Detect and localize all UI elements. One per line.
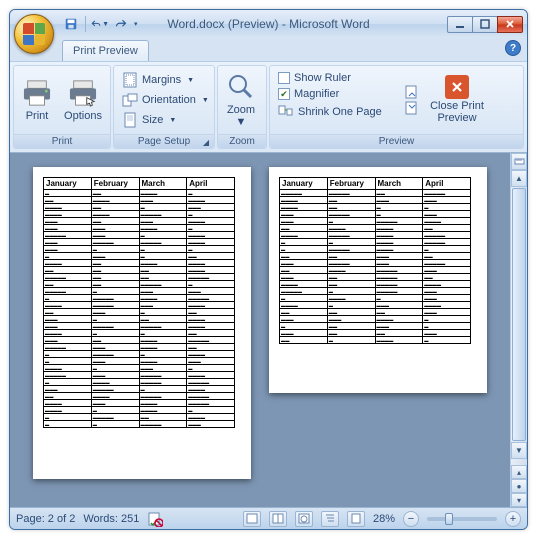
magnifier-icon: [225, 71, 257, 103]
maximize-icon: [480, 19, 490, 29]
proofing-button[interactable]: [147, 511, 163, 527]
app-window: ▼ ▾ Word.docx (Preview) - Microsoft Word…: [9, 9, 528, 530]
group-print: Print Options Print: [13, 65, 111, 149]
view-draft[interactable]: [347, 511, 365, 527]
reading-icon: [272, 513, 284, 524]
close-window-button[interactable]: [497, 16, 523, 33]
prev-page-browse-button[interactable]: ▴: [511, 465, 527, 479]
page-setup-launcher[interactable]: ◢: [200, 136, 212, 148]
undo-icon: [91, 18, 101, 30]
view-web-layout[interactable]: [295, 511, 313, 527]
prev-page-button[interactable]: [404, 101, 424, 115]
redo-icon: [115, 18, 127, 30]
qat-redo-button[interactable]: [112, 15, 130, 33]
group-page-setup: Margins▼ Orientation▼ Size▼ Page Setup ◢: [113, 65, 215, 149]
checkbox-empty-icon: [278, 72, 290, 84]
orientation-button[interactable]: Orientation▼: [118, 90, 213, 110]
office-button[interactable]: [14, 14, 54, 54]
zoom-slider[interactable]: [427, 517, 497, 521]
group-title-pagesetup: Page Setup: [138, 136, 190, 147]
draft-icon: [350, 513, 362, 524]
next-page-browse-button[interactable]: ▾: [511, 493, 527, 507]
scroll-thumb[interactable]: [512, 188, 526, 441]
proof-icon: [147, 511, 163, 527]
ruler-toggle-button[interactable]: [511, 153, 527, 170]
page-nav-icon: [404, 101, 420, 115]
outline-icon: [324, 513, 336, 524]
group-title-preview: Preview: [379, 136, 415, 147]
view-print-layout[interactable]: [243, 511, 261, 527]
page-nav-icon: [404, 85, 420, 99]
margins-button[interactable]: Margins▼: [118, 70, 213, 90]
close-icon: [505, 19, 515, 29]
margins-icon: [122, 72, 138, 88]
close-preview-icon: [445, 75, 469, 99]
printer-icon: [21, 77, 53, 109]
group-zoom: Zoom▼ Zoom: [217, 65, 267, 149]
ruler-icon: [514, 156, 525, 167]
page-1: JanuaryFebruaryMarchApril▬▬▬▬▬▬▬▬▬▬▬▬▬▬▬…: [33, 167, 251, 479]
options-button[interactable]: Options: [58, 68, 108, 132]
ribbon: Print Options Print Margins▼ Orientation…: [10, 61, 527, 153]
qat-customize-button[interactable]: ▾: [134, 20, 138, 28]
quick-access-toolbar: ▼ ▾: [62, 15, 138, 33]
zoom-in-button[interactable]: +: [505, 511, 521, 527]
scroll-down-button[interactable]: ▼: [511, 442, 527, 459]
qat-save-button[interactable]: [62, 15, 80, 33]
shrink-page-icon: [278, 104, 294, 120]
orientation-icon: [122, 92, 138, 108]
ribbon-tabs: Print Preview ?: [10, 38, 527, 61]
maximize-button[interactable]: [472, 16, 498, 33]
vertical-scrollbar[interactable]: ▲ ▼ ▴ ● ▾: [510, 153, 527, 507]
shrink-one-page-button[interactable]: Shrink One Page: [274, 102, 400, 122]
web-icon: [298, 513, 310, 524]
magnifier-checkbox[interactable]: ✔Magnifier: [274, 86, 400, 102]
close-print-preview-button[interactable]: Close Print Preview: [426, 68, 488, 132]
titlebar: ▼ ▾ Word.docx (Preview) - Microsoft Word: [10, 10, 527, 38]
save-icon: [64, 17, 78, 31]
print-button[interactable]: Print: [16, 68, 58, 132]
document-area[interactable]: JanuaryFebruaryMarchApril▬▬▬▬▬▬▬▬▬▬▬▬▬▬▬…: [10, 153, 510, 507]
scroll-up-button[interactable]: ▲: [511, 170, 527, 187]
status-bar: Page: 2 of 2 Words: 251 28% − +: [10, 507, 527, 529]
page-2: JanuaryFebruaryMarchApril▬▬▬▬▬▬▬▬▬▬▬▬▬▬▬…: [269, 167, 487, 393]
checkbox-checked-icon: ✔: [278, 88, 290, 100]
qat-undo-button[interactable]: ▼: [91, 15, 109, 33]
help-button[interactable]: ?: [505, 40, 521, 56]
zoom-out-button[interactable]: −: [403, 511, 419, 527]
status-page[interactable]: Page: 2 of 2: [16, 513, 75, 525]
select-browse-object-button[interactable]: ●: [511, 479, 527, 493]
minimize-icon: [455, 19, 465, 29]
layout-icon: [246, 513, 258, 524]
size-icon: [122, 112, 138, 128]
print-options-icon: [67, 77, 99, 109]
view-full-screen[interactable]: [269, 511, 287, 527]
status-words[interactable]: Words: 251: [83, 513, 139, 525]
status-zoom-level[interactable]: 28%: [373, 513, 395, 525]
office-logo-icon: [23, 23, 45, 45]
tab-print-preview[interactable]: Print Preview: [62, 40, 149, 61]
minimize-button[interactable]: [447, 16, 473, 33]
next-page-button[interactable]: [404, 85, 424, 99]
view-outline[interactable]: [321, 511, 339, 527]
group-title-zoom: Zoom: [229, 136, 255, 147]
group-preview: Show Ruler ✔Magnifier Shrink One Page Cl…: [269, 65, 524, 149]
group-title-print: Print: [52, 136, 73, 147]
size-button[interactable]: Size▼: [118, 110, 213, 130]
zoom-button[interactable]: Zoom▼: [220, 68, 262, 132]
show-ruler-checkbox[interactable]: Show Ruler: [274, 70, 400, 86]
